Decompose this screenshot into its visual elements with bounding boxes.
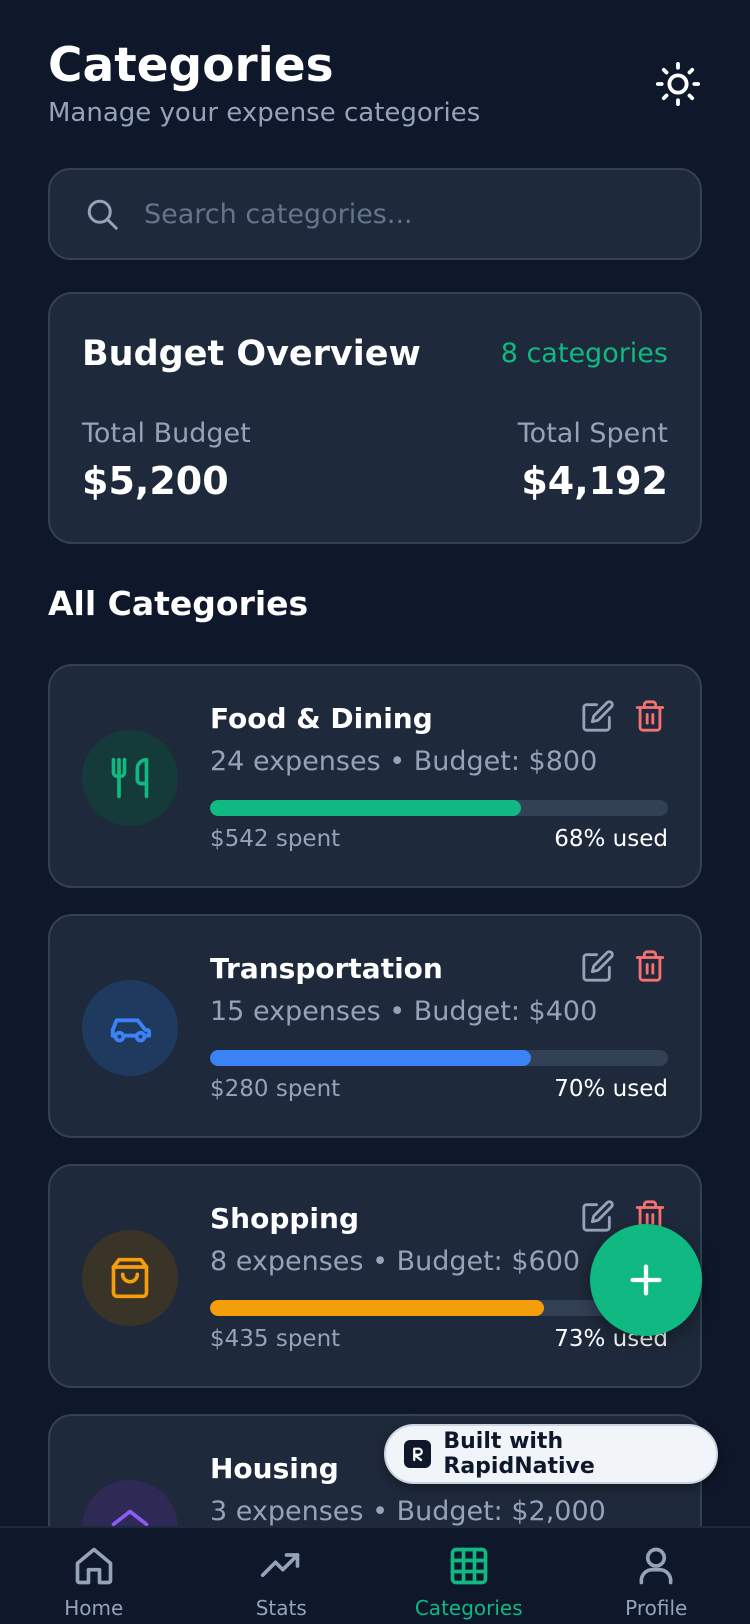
page-title: Categories <box>48 38 334 93</box>
shopping-bag-icon <box>111 1257 149 1299</box>
budget-overview-card: Budget Overview 8 categories Total Budge… <box>48 292 702 544</box>
tab-home[interactable]: Home <box>19 1528 169 1624</box>
category-name: Transportation <box>210 952 443 985</box>
category-spent: $435 spent <box>210 1326 341 1352</box>
grid-icon <box>450 1547 488 1585</box>
built-with-badge[interactable]: Built with RapidNative <box>384 1424 718 1484</box>
category-count: 8 categories <box>500 338 668 369</box>
total-spent-label: Total Spent <box>517 418 668 449</box>
edit-button[interactable] <box>580 1198 616 1234</box>
category-spent: $542 spent <box>210 826 341 852</box>
edit-icon <box>582 950 614 982</box>
add-category-button[interactable] <box>590 1224 702 1336</box>
category-meta: 8 expenses • Budget: $600 <box>210 1246 581 1277</box>
edit-icon <box>582 700 614 732</box>
category-icon-wrap <box>82 1230 178 1326</box>
trending-up-icon <box>261 1553 300 1577</box>
tab-label: Profile <box>625 1596 688 1620</box>
rapidnative-logo-icon <box>404 1440 432 1468</box>
badge-text: Built with RapidNative <box>443 1429 595 1479</box>
tab-profile[interactable]: Profile <box>581 1528 731 1624</box>
category-card[interactable]: Transportation 15 expenses • Budget: $40… <box>48 914 702 1138</box>
delete-button[interactable] <box>632 948 668 984</box>
edit-button[interactable] <box>580 948 616 984</box>
progress-bar <box>210 800 668 816</box>
delete-button[interactable] <box>632 698 668 734</box>
tab-stats[interactable]: Stats <box>206 1528 356 1624</box>
total-budget: Total Budget $5,200 <box>82 418 251 503</box>
progress-fill <box>210 1300 545 1316</box>
theme-toggle-button[interactable] <box>654 60 702 108</box>
category-meta: 24 expenses • Budget: $800 <box>210 746 598 777</box>
category-card[interactable]: Food & Dining 24 expenses • Budget: $800… <box>48 664 702 888</box>
tab-label: Stats <box>255 1596 307 1620</box>
category-name: Food & Dining <box>210 702 433 735</box>
total-spent-value: $4,192 <box>521 459 668 503</box>
home-icon <box>75 1547 113 1585</box>
search-bar[interactable] <box>48 168 702 260</box>
edit-button[interactable] <box>580 698 616 734</box>
search-icon <box>87 199 118 230</box>
sun-icon <box>655 61 701 107</box>
total-spent: Total Spent $4,192 <box>518 418 668 503</box>
category-name: Housing <box>210 1452 339 1485</box>
category-used: 68% used <box>554 826 668 852</box>
tab-categories[interactable]: Categories <box>394 1528 544 1624</box>
category-icon-wrap <box>82 980 178 1076</box>
total-budget-label: Total Budget <box>82 418 251 449</box>
progress-fill <box>210 1050 531 1066</box>
section-title: All Categories <box>48 584 309 623</box>
trash-icon <box>635 700 665 732</box>
search-input[interactable] <box>144 198 664 230</box>
category-icon-wrap <box>82 730 178 826</box>
tab-label: Home <box>64 1596 124 1620</box>
tab-label: Categories <box>414 1596 523 1620</box>
total-budget-value: $5,200 <box>82 459 229 503</box>
category-meta: 3 expenses • Budget: $2,000 <box>210 1496 606 1527</box>
category-used: 70% used <box>554 1076 668 1102</box>
category-meta: 15 expenses • Budget: $400 <box>210 996 598 1027</box>
page-subtitle: Manage your expense categories <box>48 98 481 128</box>
user-icon <box>639 1547 673 1585</box>
bottom-tab-bar: Home Stats Categories Profile <box>0 1526 750 1624</box>
edit-icon <box>582 1200 614 1232</box>
plus-icon <box>630 1264 662 1296</box>
trash-icon <box>635 950 665 982</box>
car-icon <box>110 1018 152 1043</box>
overview-title: Budget Overview <box>82 334 421 374</box>
category-name: Shopping <box>210 1202 359 1235</box>
progress-fill <box>210 800 522 816</box>
category-spent: $280 spent <box>210 1076 341 1102</box>
utensils-icon <box>111 757 149 799</box>
progress-bar <box>210 1050 668 1066</box>
header: Categories Manage your expense categorie… <box>48 38 702 138</box>
